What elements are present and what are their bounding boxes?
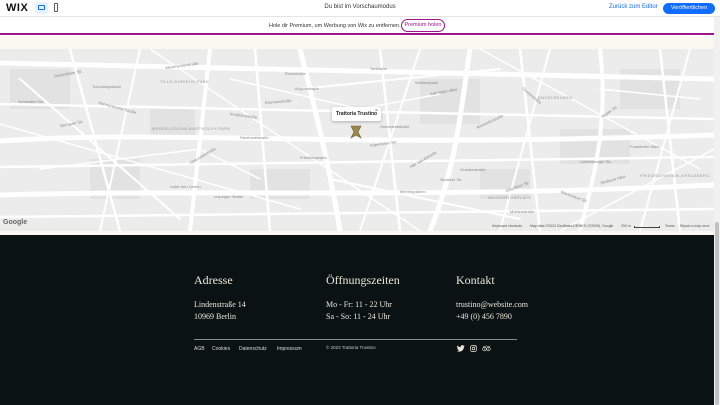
address-street: Lindenstraße 14 bbox=[194, 300, 246, 309]
hours-weekdays: Mo - Fr: 11 - 22 Uhr bbox=[326, 300, 392, 309]
map-streets bbox=[0, 49, 714, 231]
street-label: Skalitzer Str. bbox=[440, 177, 463, 182]
district-label: TILLE-DURIEUX-PARK bbox=[160, 79, 210, 84]
address-city: 10969 Berlin bbox=[194, 312, 236, 321]
instagram-icon[interactable] bbox=[470, 345, 477, 352]
hours-heading: Öffnungszeiten bbox=[326, 273, 400, 287]
street-label: Frankfurter Allee bbox=[630, 144, 660, 149]
tripadvisor-icon[interactable] bbox=[482, 345, 491, 352]
footer-link-cookies[interactable]: Cookies bbox=[212, 346, 230, 352]
street-label: Torstraße bbox=[370, 66, 387, 71]
site-footer: Adresse Lindenstraße 14 10969 Berlin Öff… bbox=[0, 235, 714, 405]
keyboard-shortcuts-link[interactable]: Keyboard shortcuts bbox=[492, 224, 522, 228]
map-data-attribution: Map data ©2024 GeoBasis-DE/BKG (©2009), … bbox=[530, 224, 614, 228]
contact-phone: +49 (0) 456 7890 bbox=[456, 312, 512, 321]
park-label: Waldeckpark bbox=[415, 80, 438, 85]
footer-link-datenschutz[interactable]: Datenschutz bbox=[239, 346, 267, 352]
map-scale-bar bbox=[634, 226, 660, 228]
close-icon[interactable]: × bbox=[375, 108, 378, 114]
get-premium-button[interactable]: Premium holen bbox=[401, 19, 445, 32]
google-logo[interactable]: Google bbox=[3, 219, 27, 226]
contact-heading: Kontakt bbox=[456, 273, 495, 287]
footer-copyright: © 2023 Trattoria Trustino bbox=[326, 345, 376, 350]
page-scrollbar[interactable] bbox=[714, 17, 720, 405]
premium-banner-text: Hole dir Premium, um Werbung von Wix zu … bbox=[269, 23, 401, 29]
district-label: MENDELSSOHN-BARTHOLDY-PARK bbox=[152, 126, 231, 131]
footer-divider bbox=[194, 339, 517, 340]
street-label: Mühlenstraße bbox=[510, 209, 535, 214]
footer-link-impressum[interactable]: Impressum bbox=[277, 346, 302, 352]
street-label: Lichtenberger Str. bbox=[580, 159, 612, 164]
street-label: Reinhardtstraße bbox=[240, 135, 269, 140]
map-scale-label: 200 m bbox=[621, 224, 631, 228]
map-info-window[interactable]: Trattoria Trustino × bbox=[332, 107, 381, 121]
street-label: Tucholskystraße bbox=[92, 84, 122, 89]
scrollbar-thumb[interactable] bbox=[715, 222, 719, 405]
street-label: Oranienstraße bbox=[460, 167, 486, 172]
district-label: FRIEDRICHSHAIN-KREUZBERG bbox=[640, 173, 710, 178]
back-to-editor-link[interactable]: Zurück zum Editor bbox=[609, 4, 658, 10]
contact-email-link[interactable]: trustino@website.com bbox=[456, 300, 528, 309]
twitter-icon[interactable] bbox=[457, 345, 465, 352]
hours-weekend: Sa - So: 11 - 24 Uhr bbox=[326, 312, 391, 321]
street-label: Unter den Linden bbox=[170, 184, 201, 189]
street-label: Holzmarktstraße bbox=[380, 124, 410, 129]
district-label: ENGELBECKEN bbox=[538, 95, 573, 100]
restaurant-name-label: Trattoria Trustino bbox=[336, 111, 378, 117]
location-pin-icon[interactable] bbox=[350, 125, 362, 139]
publish-button[interactable]: Veröffentlichen bbox=[663, 3, 715, 14]
google-map[interactable]: Rosenthaler Str. Tucholskystraße Weinmei… bbox=[0, 49, 714, 231]
district-label: WASSERTORPLATZ bbox=[488, 195, 532, 200]
street-label: Mehringdamm bbox=[400, 189, 426, 194]
premium-banner: Hole dir Premium, um Werbung von Wix zu … bbox=[0, 17, 714, 35]
editor-top-bar: WIX Du bist im Vorschaumodus Zurück zum … bbox=[0, 0, 720, 17]
address-heading: Adresse bbox=[194, 273, 233, 287]
street-label: Friedrichstraße bbox=[300, 155, 327, 160]
page-top-stripe bbox=[0, 37, 714, 49]
footer-link-agb[interactable]: AGB bbox=[194, 346, 205, 352]
terms-link[interactable]: Terms bbox=[665, 224, 675, 228]
street-label: Schwedter Str. bbox=[18, 99, 45, 104]
street-label: Leipziger Straße bbox=[214, 194, 244, 199]
street-label: Auguststraße bbox=[295, 86, 319, 91]
street-label: Rochstraße bbox=[285, 71, 306, 76]
report-map-error-link[interactable]: Report a map error bbox=[680, 224, 710, 228]
